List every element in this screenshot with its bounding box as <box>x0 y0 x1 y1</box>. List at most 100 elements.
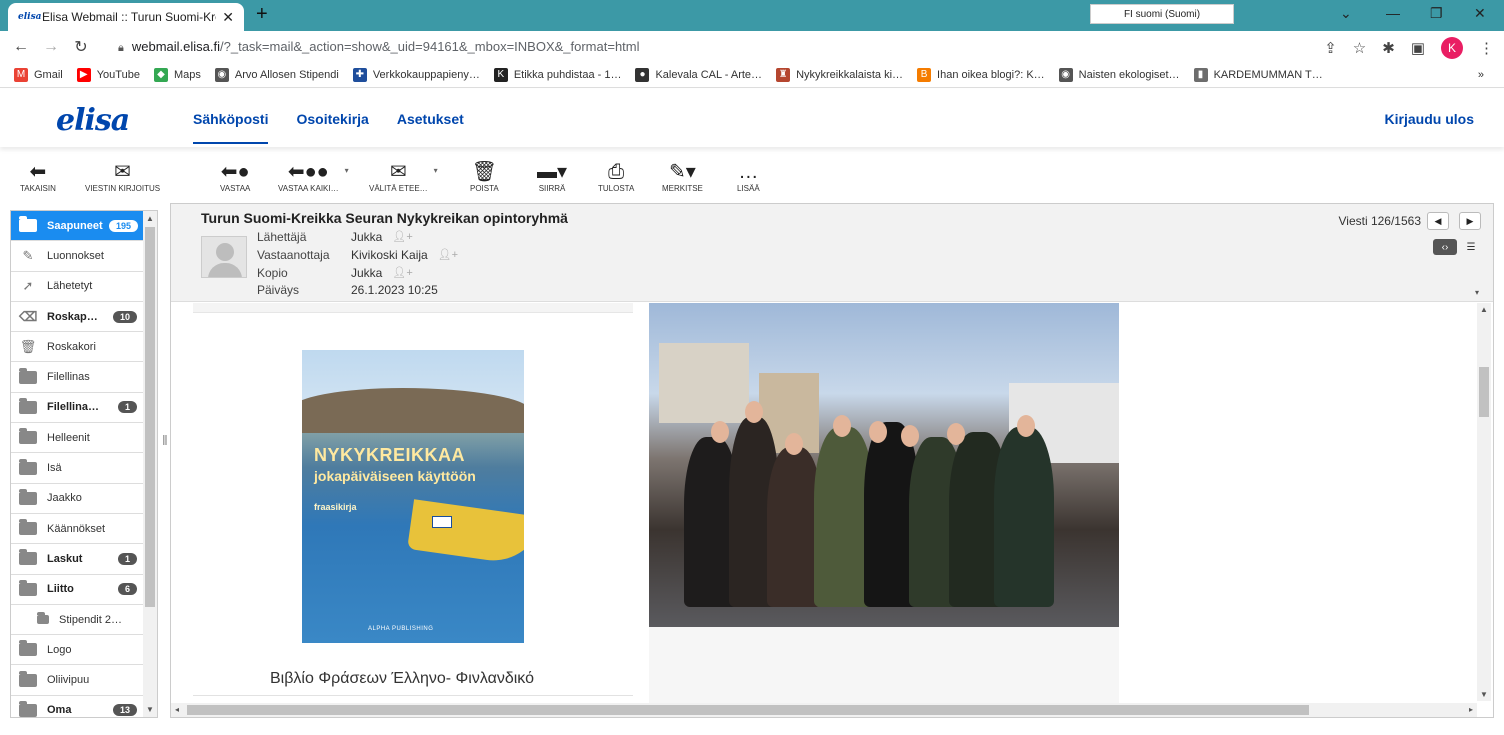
bookmark-item[interactable]: B Ihan oikea blogi?: K… <box>917 68 1045 82</box>
bookmark-item[interactable]: ◉ Naisten ekologiset… <box>1058 68 1180 82</box>
folder-item[interactable]: Logo <box>11 635 143 666</box>
bookmark-label: Naisten ekologiset… <box>1078 69 1180 81</box>
bookmark-item[interactable]: ◆ Maps <box>153 68 201 82</box>
folder-item[interactable]: ⌫ Roskap… 10 <box>11 302 143 333</box>
bookmark-item[interactable]: ● Kalevala CAL - Arte… <box>635 68 762 82</box>
scroll-left-icon[interactable]: ◂ <box>175 705 179 714</box>
folder-item[interactable]: Isä <box>11 453 143 484</box>
message-horizontal-scrollbar[interactable]: ◂ ▸ <box>171 703 1477 717</box>
header-expand-icon[interactable]: ▾ <box>1475 288 1479 297</box>
bookmark-item[interactable]: K Etikka puhdistaa - 1… <box>493 68 621 82</box>
nav-addressbook[interactable]: Osoitekirja <box>296 111 368 144</box>
reply-label: VASTAA <box>220 184 251 193</box>
scroll-up-icon[interactable]: ▲ <box>1480 305 1488 314</box>
back-button[interactable]: ⬅ TAKAISIN <box>20 160 56 193</box>
pane-splitter-handle[interactable]: ‖ <box>162 432 168 448</box>
close-window-icon[interactable]: ✕ <box>1474 5 1486 22</box>
next-message-button[interactable]: ▶ <box>1459 212 1481 230</box>
folder-name: Luonnokset <box>47 249 104 262</box>
forward-button[interactable]: ✉ VÄLITÄ ETEE… ▾ <box>369 160 438 193</box>
maximize-icon[interactable]: ❐ <box>1430 5 1443 22</box>
bookmark-item[interactable]: ▶ YouTube <box>76 68 140 82</box>
add-contact-icon[interactable]: 👤︎+ <box>392 230 412 244</box>
reload-icon[interactable]: ↻ <box>66 37 96 57</box>
folder-scroll-thumb[interactable] <box>145 227 155 607</box>
compose-button[interactable]: ✉ VIESTIN KIRJOITUS <box>85 160 160 193</box>
menu-kebab-icon[interactable]: ⋮ <box>1479 39 1494 57</box>
folder-item[interactable]: ✎ Luonnokset <box>11 241 143 272</box>
folder-scrollbar[interactable]: ▲ ▼ <box>143 211 157 717</box>
folder-item[interactable]: ➚ Lähetetyt <box>11 272 143 302</box>
folder-name: Saapuneet <box>47 219 103 232</box>
folder-item[interactable]: Oma 13 <box>11 696 143 717</box>
share-icon[interactable]: ⇪ <box>1324 39 1337 57</box>
bookmark-item[interactable]: ✚ Verkkokauppapieny… <box>352 68 480 82</box>
logout-link[interactable]: Kirjaudu ulos <box>1385 111 1474 127</box>
horizontal-scroll-thumb[interactable] <box>187 705 1309 715</box>
bookmark-star-icon[interactable]: ☆ <box>1353 39 1366 57</box>
bookmark-item[interactable]: M Gmail <box>14 68 63 82</box>
bookmark-item[interactable]: ▮ KARDEMUMMAN T… <box>1193 68 1323 82</box>
forward-dropdown-icon[interactable]: ▾ <box>434 166 438 175</box>
folder-item[interactable]: Filellinas <box>11 362 143 393</box>
delete-button[interactable]: 🗑︎ POISTA <box>470 160 499 193</box>
tab-close-icon[interactable]: ✕ <box>222 9 234 26</box>
to-value[interactable]: Kivikoski Kaija <box>351 248 428 262</box>
move-button[interactable]: ▬▾ SIIRRÄ <box>537 160 567 193</box>
scroll-down-icon[interactable]: ▼ <box>1480 690 1488 699</box>
reply-button[interactable]: ⬅● VASTAA <box>220 160 250 193</box>
browser-tab[interactable]: elisa Elisa Webmail :: Turun Suomi-Kre ✕ <box>8 3 244 31</box>
folder-item[interactable]: Stipendit 2… <box>11 605 143 636</box>
elisa-logo[interactable]: elisa <box>56 103 130 138</box>
scroll-down-icon[interactable]: ▼ <box>146 705 154 714</box>
extensions-icon[interactable]: ✱ <box>1382 39 1395 57</box>
url-field[interactable]: 🔒︎ webmail.elisa.fi/?_task=mail&_action=s… <box>118 39 640 55</box>
folder-item[interactable]: Filellina… 1 <box>11 393 143 424</box>
nav-settings[interactable]: Asetukset <box>397 111 464 144</box>
forward-arrow-icon[interactable]: → <box>36 38 66 56</box>
add-contact-icon[interactable]: 👤︎+ <box>392 266 412 280</box>
folder-item[interactable]: 🗑︎ Roskakori <box>11 332 143 363</box>
nav-mail[interactable]: Sähköposti <box>193 111 269 144</box>
folder-item[interactable]: Käännökset <box>11 514 143 545</box>
scroll-right-icon[interactable]: ▸ <box>1469 705 1473 714</box>
minimize-icon[interactable]: — <box>1386 5 1400 21</box>
printer-icon: ⎙ <box>608 161 625 183</box>
back-arrow-icon[interactable]: ← <box>6 38 36 56</box>
from-value[interactable]: Jukka <box>351 230 382 244</box>
source-view-button[interactable]: ‹› <box>1433 239 1457 255</box>
new-tab-button[interactable]: + <box>256 3 268 26</box>
tab-search-icon[interactable]: ⌄ <box>1340 5 1352 22</box>
folder-item[interactable]: Oliivipuu <box>11 665 143 696</box>
add-contact-icon[interactable]: 👤︎+ <box>438 248 458 262</box>
header-cc: Kopio Jukka 👤︎+ <box>257 266 413 280</box>
bookmark-item[interactable]: ♜ Nykykreikkalaista ki… <box>776 68 903 82</box>
folder-item[interactable]: Jaakko <box>11 484 143 514</box>
folder-item[interactable]: Liitto 6 <box>11 575 143 605</box>
folder-item[interactable]: Laskut 1 <box>11 544 143 575</box>
more-button[interactable]: … LISÄÄ <box>737 160 760 193</box>
previous-message-button[interactable]: ◀ <box>1427 212 1449 230</box>
reply-all-dropdown-icon[interactable]: ▾ <box>345 166 349 175</box>
side-panel-icon[interactable]: ▣ <box>1411 39 1425 57</box>
profile-avatar[interactable]: K <box>1441 37 1463 59</box>
print-button[interactable]: ⎙ TULOSTA <box>598 160 634 193</box>
bookmark-label: Nykykreikkalaista ki… <box>796 69 904 81</box>
junk-icon: ⌫ <box>19 308 38 324</box>
unread-count-badge: 1 <box>117 401 137 414</box>
bookmark-label: Verkkokauppapieny… <box>372 69 480 81</box>
date-label: Päiväys <box>257 283 300 297</box>
bookmark-item[interactable]: ◉ Arvo Allosen Stipendi <box>214 68 339 82</box>
cc-value[interactable]: Jukka <box>351 266 382 280</box>
vertical-scroll-thumb[interactable] <box>1479 367 1489 417</box>
message-vertical-scrollbar[interactable]: ▲ ▼ <box>1477 303 1491 701</box>
language-badge[interactable]: FI suomi (Suomi) <box>1090 4 1234 24</box>
folder-item[interactable]: Helleenit <box>11 423 143 454</box>
reply-all-button[interactable]: ⬅●● VASTAA KAIKI… ▾ <box>278 160 349 193</box>
scroll-up-icon[interactable]: ▲ <box>146 214 154 223</box>
text-view-button[interactable]: ☰ <box>1459 239 1483 255</box>
boat-shape <box>407 499 524 567</box>
bookmarks-more-button[interactable]: » <box>1478 69 1484 81</box>
folder-item[interactable]: Saapuneet 195 <box>11 211 143 242</box>
mark-button[interactable]: ✎▾ MERKITSE <box>662 160 703 193</box>
